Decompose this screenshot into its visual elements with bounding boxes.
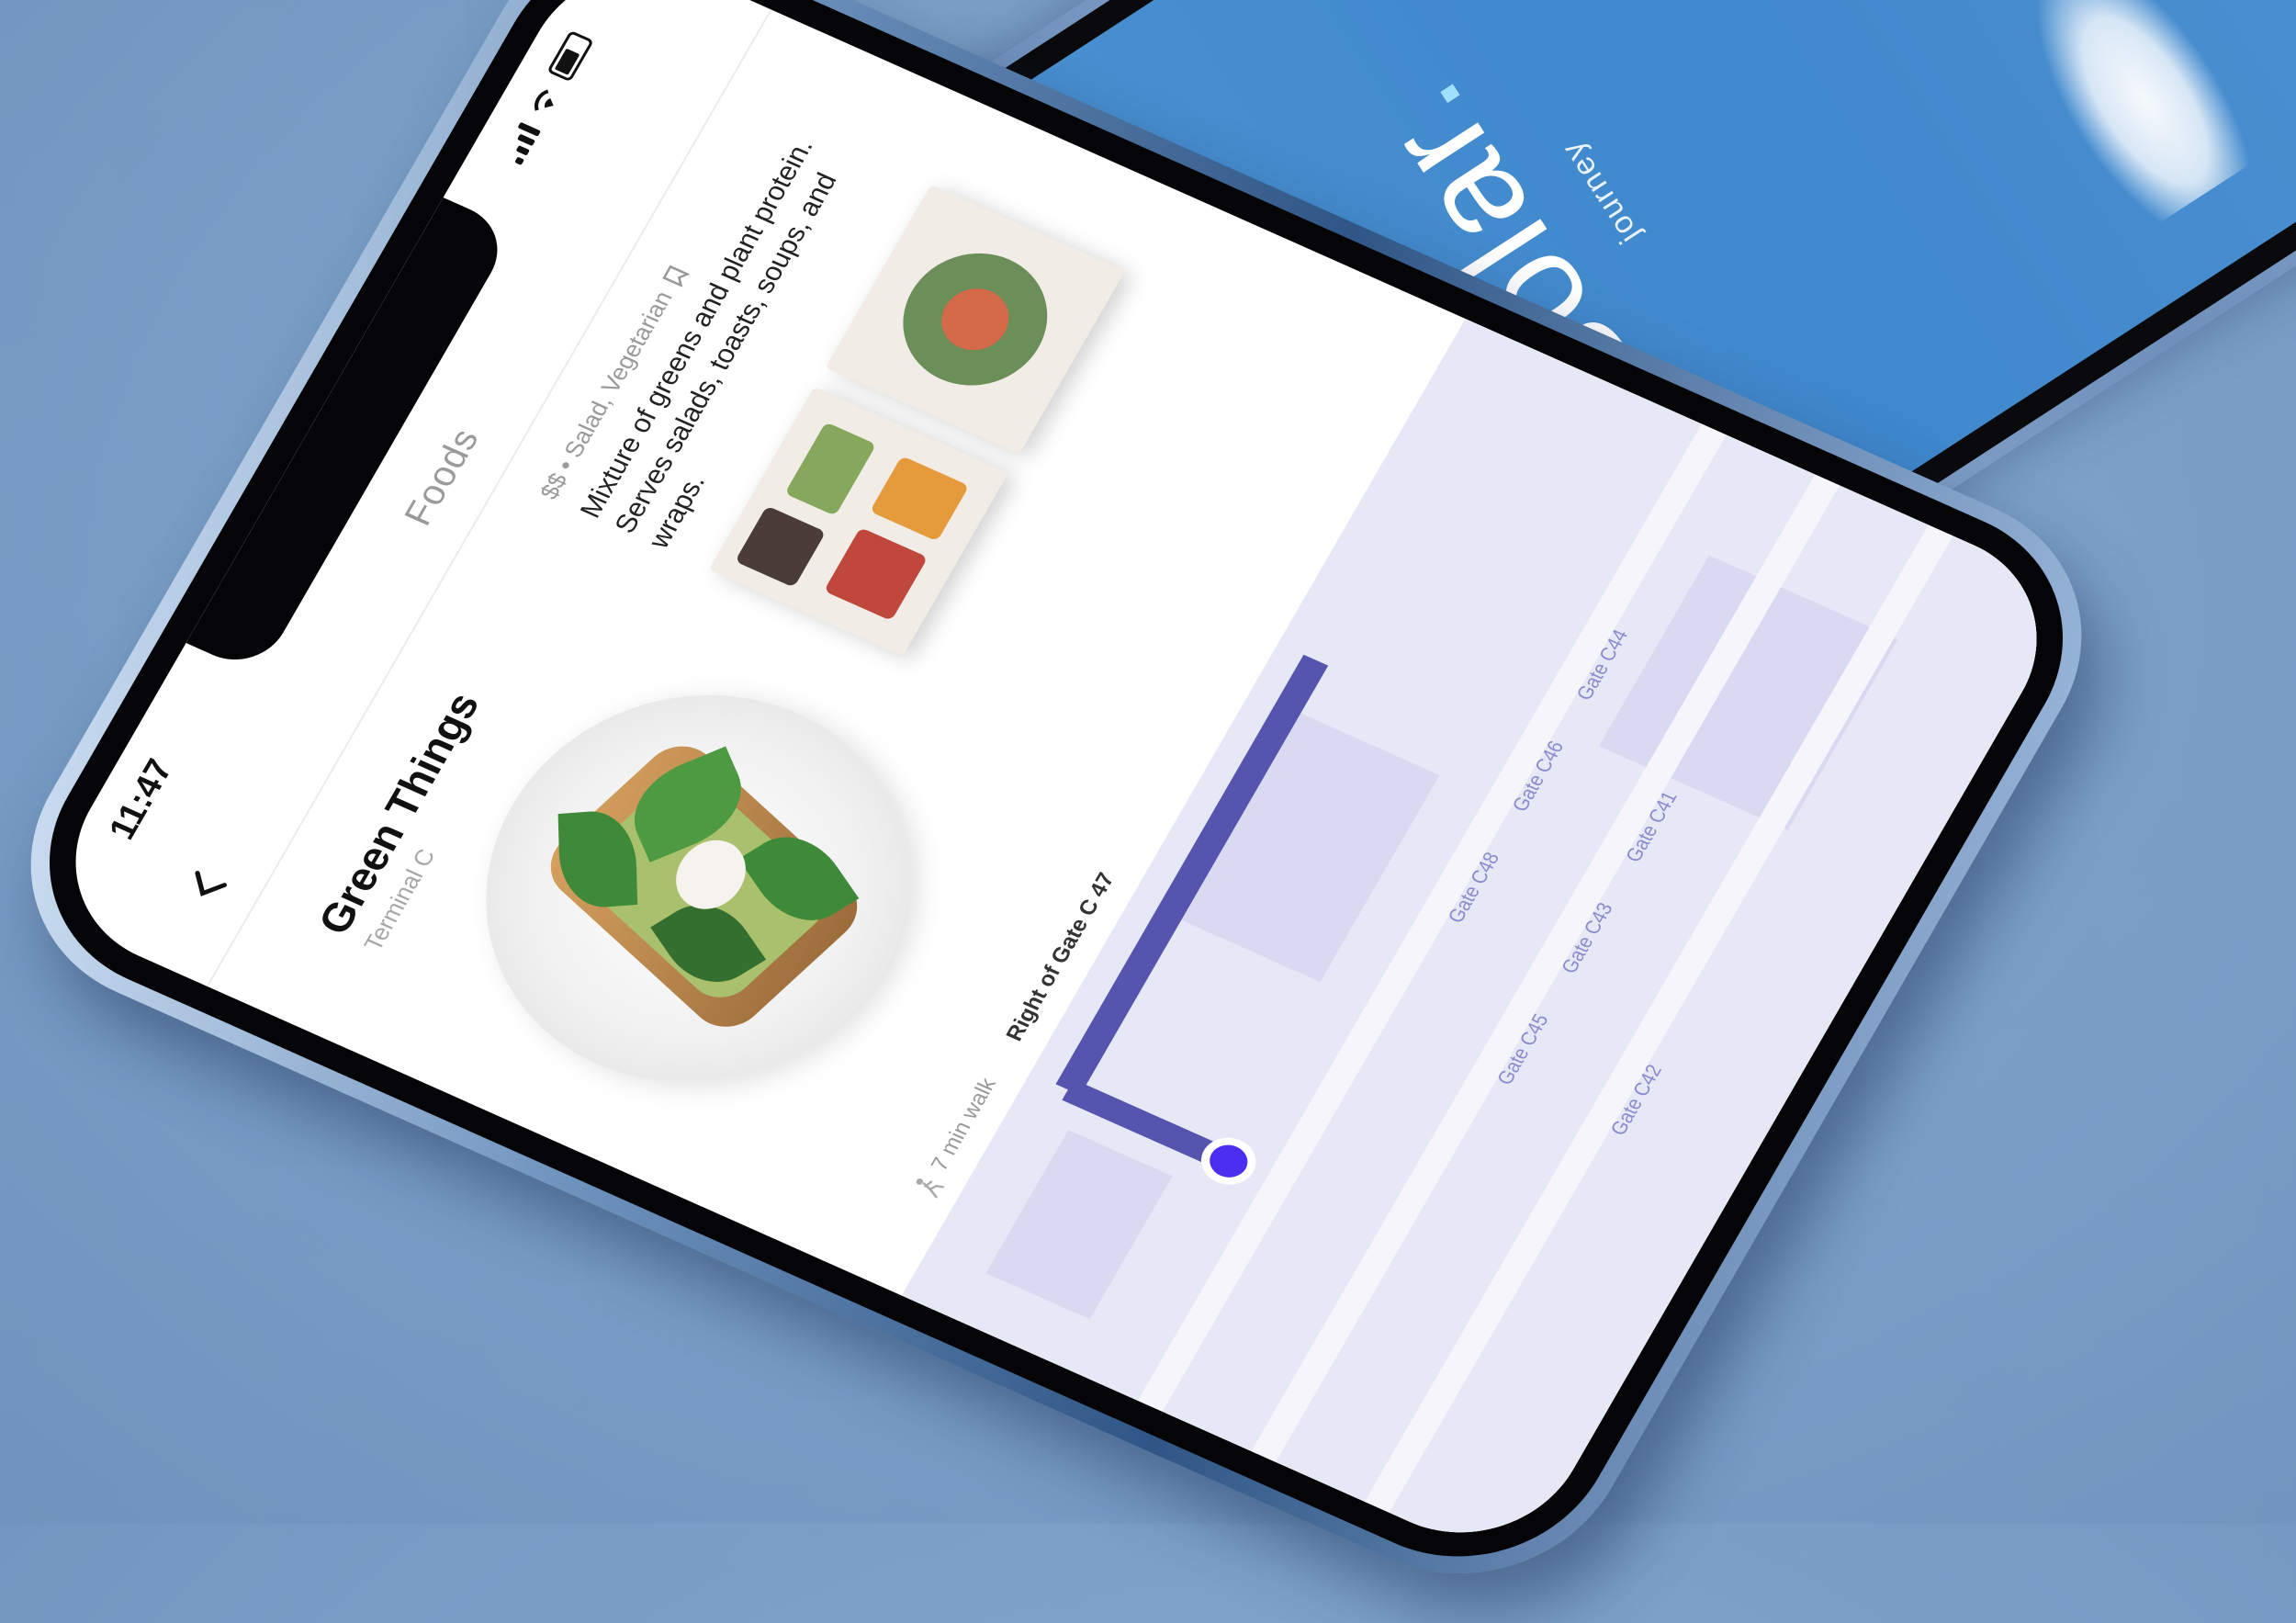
battery-icon xyxy=(546,29,594,83)
bookmark-icon[interactable] xyxy=(661,265,690,287)
cloud-image xyxy=(1993,0,2267,234)
chevron-left-icon xyxy=(195,871,228,896)
back-button[interactable] xyxy=(168,851,246,922)
dish-photo xyxy=(411,631,985,1147)
status-time: 11:47 xyxy=(101,753,181,845)
wifi-icon xyxy=(534,89,554,111)
cellular-signal-icon xyxy=(500,121,542,165)
walking-person-icon xyxy=(916,1178,945,1199)
page-title: Foods xyxy=(396,422,488,532)
